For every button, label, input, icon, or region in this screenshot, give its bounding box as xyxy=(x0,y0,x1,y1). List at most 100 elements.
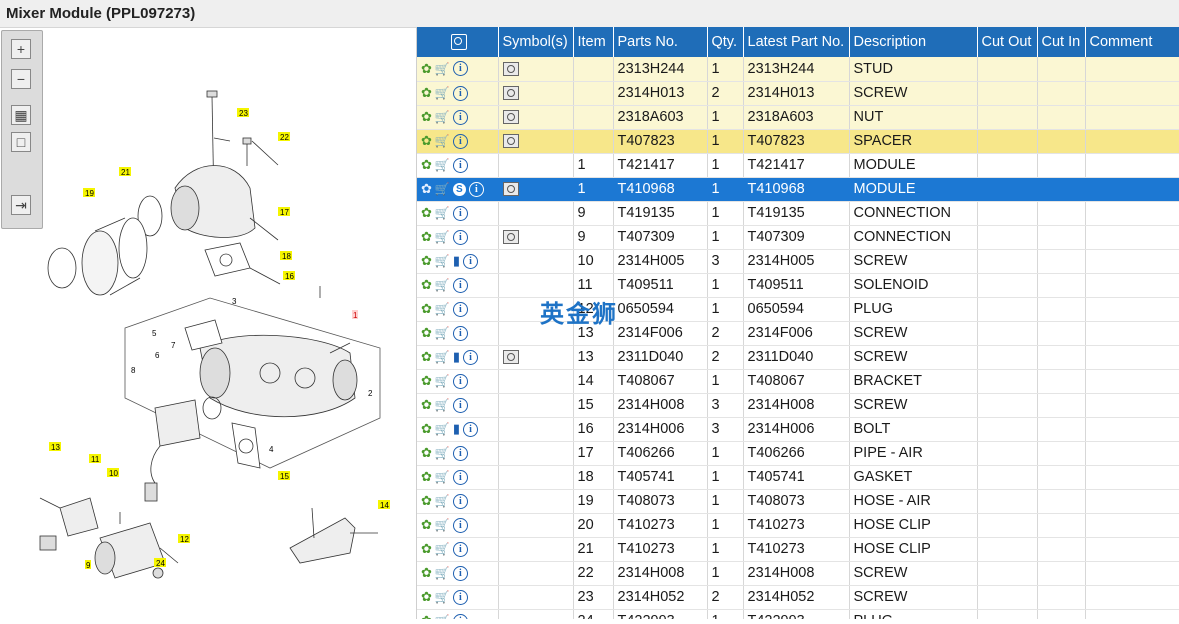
table-row[interactable]: ✿ 🛒 i 9 T419135 1 T419135 CONNECTION xyxy=(417,201,1179,226)
settings-gear-icon[interactable]: ✿ xyxy=(421,445,432,461)
table-row[interactable]: ✿ 🛒 i 20 T410273 1 T410273 HOSE CLIP xyxy=(417,513,1179,538)
add-to-cart-icon[interactable]: 🛒 xyxy=(435,566,450,580)
add-to-cart-icon[interactable]: 🛒 xyxy=(435,230,450,244)
info-icon[interactable]: i xyxy=(463,253,479,269)
table-row[interactable]: ✿ 🛒 i 23 2314H052 2 2314H052 SCREW xyxy=(417,585,1179,610)
settings-gear-icon[interactable]: ✿ xyxy=(421,133,432,149)
settings-gear-icon[interactable]: ✿ xyxy=(421,613,432,619)
table-row[interactable]: ✿ 🛒 i 21 T410273 1 T410273 HOSE CLIP xyxy=(417,537,1179,562)
settings-gear-icon[interactable]: ✿ xyxy=(421,373,432,389)
zoom-out-icon[interactable]: − xyxy=(11,69,31,89)
info-icon[interactable]: i xyxy=(463,421,479,437)
settings-gear-icon[interactable]: ✿ xyxy=(421,397,432,413)
column-header-comment[interactable]: Comment xyxy=(1085,27,1179,57)
column-header-cut-in[interactable]: Cut In xyxy=(1037,27,1086,57)
column-header-description[interactable]: Description xyxy=(849,27,978,57)
table-row[interactable]: ✿ 🛒 i 15 2314H008 3 2314H008 SCREW xyxy=(417,393,1179,418)
column-header-cut-out[interactable]: Cut Out xyxy=(977,27,1038,57)
add-to-cart-icon[interactable]: 🛒 xyxy=(435,326,450,340)
info-icon[interactable]: i xyxy=(452,157,468,173)
info-icon[interactable]: i xyxy=(452,565,468,581)
table-row[interactable]: ✿ 🛒 i 22 2314H008 1 2314H008 SCREW xyxy=(417,561,1179,586)
settings-gear-icon[interactable]: ✿ xyxy=(421,157,432,173)
table-row[interactable]: ✿ 🛒 Si 1 T410968 1 T410968 MODULE xyxy=(417,177,1179,202)
add-to-cart-icon[interactable]: 🛒 xyxy=(435,62,450,76)
symbol-image-icon[interactable] xyxy=(502,86,519,101)
table-row[interactable]: ✿ 🛒 i 14 T408067 1 T408067 BRACKET xyxy=(417,369,1179,394)
search-parts-icon[interactable] xyxy=(451,34,468,51)
add-to-cart-icon[interactable]: 🛒 xyxy=(435,494,450,508)
symbol-image-icon[interactable] xyxy=(502,134,519,149)
symbol-image-icon[interactable] xyxy=(502,182,519,197)
add-to-cart-icon[interactable]: 🛒 xyxy=(435,182,450,196)
info-icon[interactable]: i xyxy=(452,205,468,221)
document-icon[interactable]: ▮ xyxy=(453,349,460,365)
info-icon[interactable]: i xyxy=(452,541,468,557)
settings-gear-icon[interactable]: ✿ xyxy=(421,109,432,125)
info-icon[interactable]: i xyxy=(452,85,468,101)
add-to-cart-icon[interactable]: 🛒 xyxy=(435,542,450,556)
table-row[interactable]: ✿ 🛒 i 18 T405741 1 T405741 GASKET xyxy=(417,465,1179,490)
info-icon[interactable]: i xyxy=(452,133,468,149)
info-icon[interactable]: i xyxy=(452,493,468,509)
export-icon[interactable]: ⇥ xyxy=(11,195,31,215)
table-row[interactable]: ✿ 🛒 i 19 T408073 1 T408073 HOSE - AIR xyxy=(417,489,1179,514)
exploded-diagram[interactable]: 23 22 19 21 17 18 16 1 3 5 6 7 8 2 4 13 … xyxy=(0,28,410,619)
settings-gear-icon[interactable]: ✿ xyxy=(421,205,432,221)
settings-gear-icon[interactable]: ✿ xyxy=(421,589,432,605)
symbol-image-icon[interactable] xyxy=(502,230,519,245)
settings-gear-icon[interactable]: ✿ xyxy=(421,61,432,77)
add-to-cart-icon[interactable]: 🛒 xyxy=(435,590,450,604)
info-icon[interactable]: i xyxy=(452,325,468,341)
settings-gear-icon[interactable]: ✿ xyxy=(421,493,432,509)
info-icon[interactable]: i xyxy=(452,61,468,77)
add-to-cart-icon[interactable]: 🛒 xyxy=(435,398,450,412)
add-to-cart-icon[interactable]: 🛒 xyxy=(435,446,450,460)
info-icon[interactable]: i xyxy=(452,373,468,389)
column-header-qty[interactable]: Qty. xyxy=(707,27,744,57)
add-to-cart-icon[interactable]: 🛒 xyxy=(435,470,450,484)
superseded-badge-icon[interactable]: S xyxy=(452,182,466,196)
table-row[interactable]: ✿ 🛒 i 2313H244 1 2313H244 STUD xyxy=(417,57,1179,82)
settings-gear-icon[interactable]: ✿ xyxy=(421,277,432,293)
settings-gear-icon[interactable]: ✿ xyxy=(421,517,432,533)
settings-gear-icon[interactable]: ✿ xyxy=(421,325,432,341)
zoom-in-icon[interactable]: + xyxy=(11,39,31,59)
table-row[interactable]: ✿ 🛒 i 2318A603 1 2318A603 NUT xyxy=(417,105,1179,130)
settings-gear-icon[interactable]: ✿ xyxy=(421,421,432,437)
info-icon[interactable]: i xyxy=(452,229,468,245)
info-icon[interactable]: i xyxy=(452,277,468,293)
info-icon[interactable]: i xyxy=(468,181,484,197)
add-to-cart-icon[interactable]: 🛒 xyxy=(435,350,450,364)
column-header-item[interactable]: Item xyxy=(573,27,614,57)
add-to-cart-icon[interactable]: 🛒 xyxy=(435,518,450,532)
settings-gear-icon[interactable]: ✿ xyxy=(421,229,432,245)
settings-gear-icon[interactable]: ✿ xyxy=(421,349,432,365)
add-to-cart-icon[interactable]: 🛒 xyxy=(435,86,450,100)
table-row[interactable]: ✿ 🛒 i 9 T407309 1 T407309 CONNECTION xyxy=(417,225,1179,250)
info-icon[interactable]: i xyxy=(452,301,468,317)
table-row[interactable]: ✿ 🛒 i 17 T406266 1 T406266 PIPE - AIR xyxy=(417,441,1179,466)
add-to-cart-icon[interactable]: 🛒 xyxy=(435,110,450,124)
table-row[interactable]: ✿ 🛒 ▮ i 10 2314H005 3 2314H005 SCREW xyxy=(417,249,1179,274)
column-header-part-no[interactable]: Parts No. xyxy=(613,27,708,57)
info-icon[interactable]: i xyxy=(452,613,468,619)
info-icon[interactable]: i xyxy=(452,517,468,533)
column-header-latest-part-no[interactable]: Latest Part No. xyxy=(743,27,850,57)
settings-gear-icon[interactable]: ✿ xyxy=(421,541,432,557)
table-row[interactable]: ✿ 🛒 i 11 T409511 1 T409511 SOLENOID xyxy=(417,273,1179,298)
column-header-symbols[interactable]: Symbol(s) xyxy=(498,27,574,57)
document-icon[interactable]: ▮ xyxy=(453,421,460,437)
document-icon[interactable]: ▮ xyxy=(453,253,460,269)
info-icon[interactable]: i xyxy=(452,109,468,125)
add-to-cart-icon[interactable]: 🛒 xyxy=(435,158,450,172)
settings-gear-icon[interactable]: ✿ xyxy=(421,181,432,197)
info-icon[interactable]: i xyxy=(452,397,468,413)
settings-gear-icon[interactable]: ✿ xyxy=(421,85,432,101)
info-icon[interactable]: i xyxy=(452,589,468,605)
info-icon[interactable]: i xyxy=(452,469,468,485)
settings-gear-icon[interactable]: ✿ xyxy=(421,469,432,485)
grid-view-icon[interactable]: ▦ xyxy=(11,105,31,125)
column-header-actions[interactable] xyxy=(417,27,499,57)
table-row[interactable]: ✿ 🛒 ▮ i 13 2311D040 2 2311D040 SCREW xyxy=(417,345,1179,370)
